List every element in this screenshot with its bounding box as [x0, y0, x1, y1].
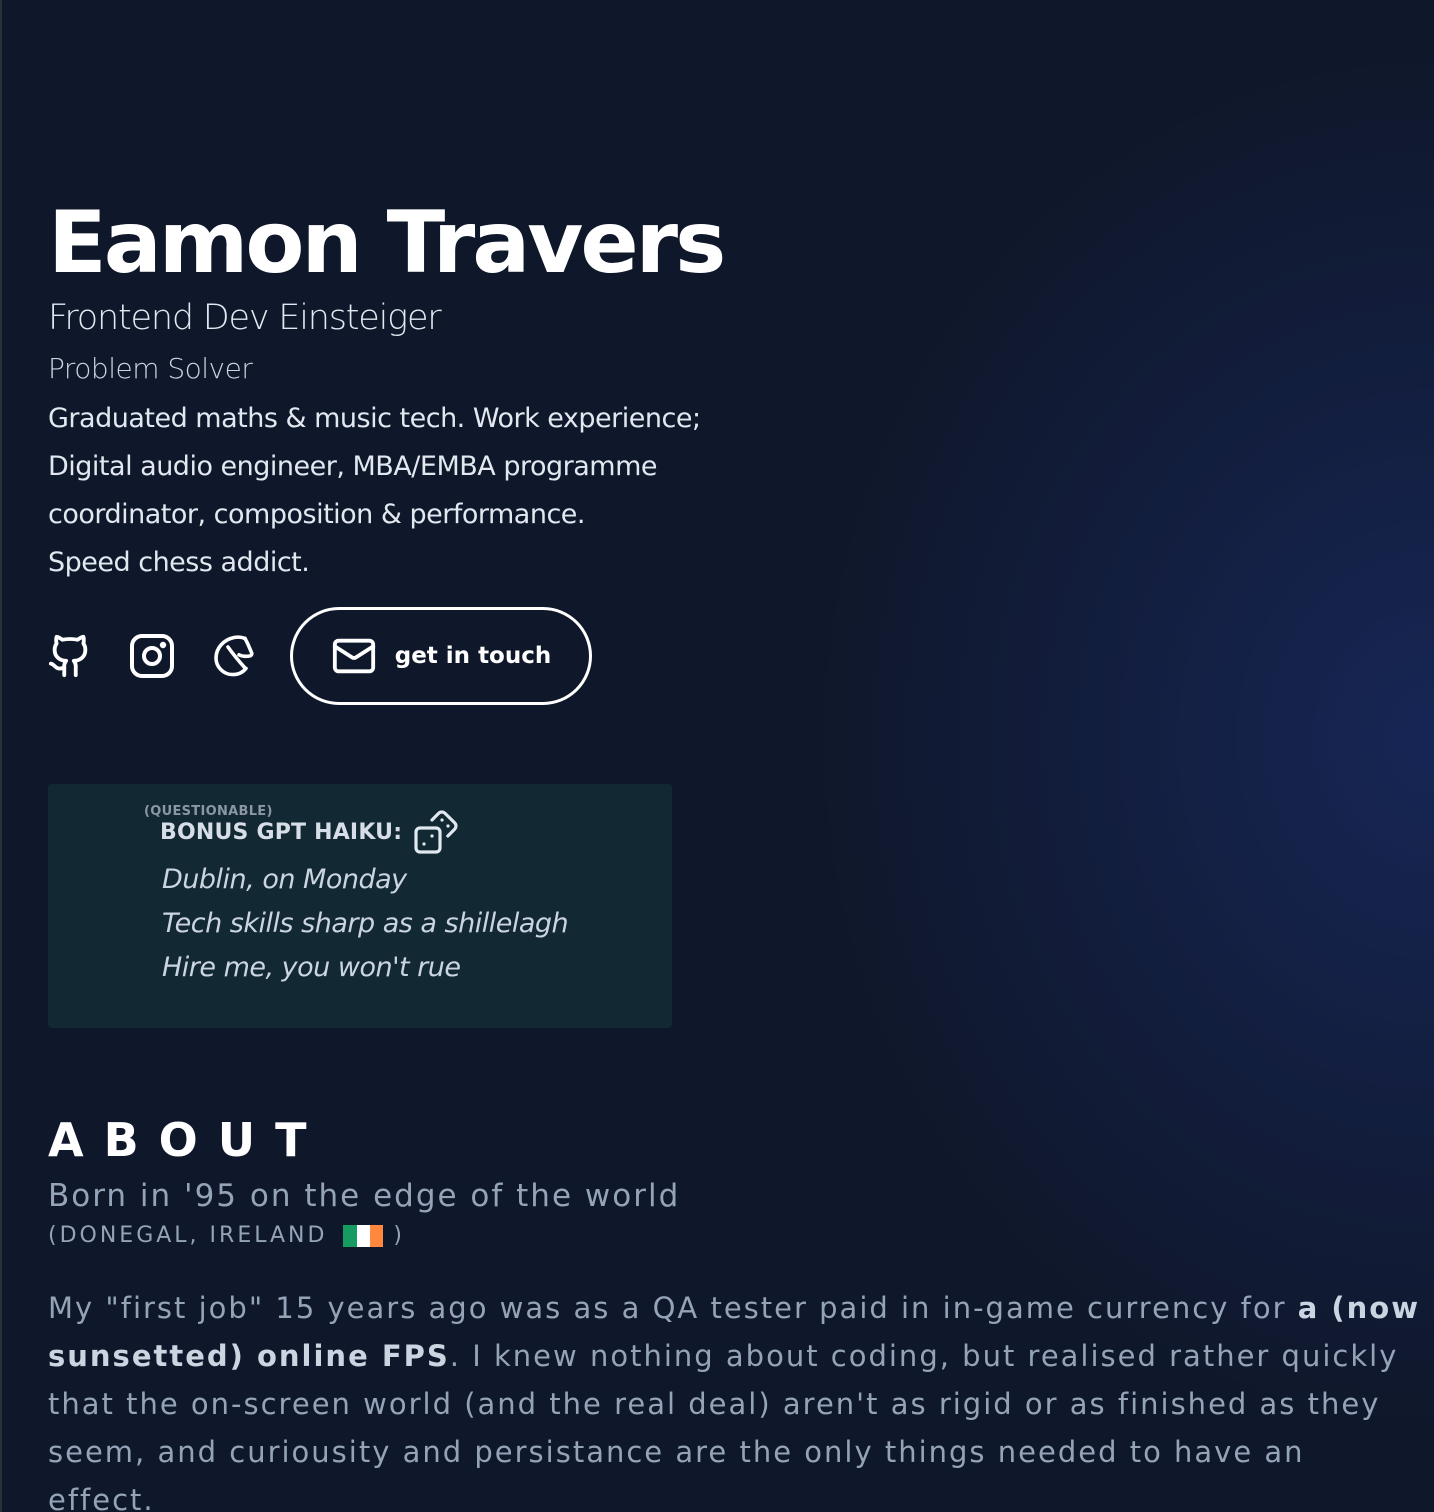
haiku-line: Dublin, on Monday [162, 864, 407, 895]
about-text: My "first job" 15 years ago was as a QA … [48, 1291, 1298, 1325]
haiku-line: Tech skills sharp as a shillelagh [162, 908, 569, 939]
bio-line: coordinator, composition & performance. [48, 499, 586, 530]
instagram-icon [130, 634, 174, 678]
haiku-card: (QUESTIONABLE) BONUS GPT HAIKU: Dublin, … [48, 784, 672, 1028]
ireland-flag-icon [343, 1225, 384, 1247]
about-born: Born in '95 on the edge of the world [48, 1178, 681, 1214]
hero-bio: Graduated maths & music tech. Work exper… [48, 395, 808, 587]
hero-subrole: Problem Solver [48, 352, 253, 385]
get-in-touch-label: get in touch [394, 643, 552, 669]
bio-line: Digital audio engineer, MBA/EMBA program… [48, 451, 658, 482]
about-line: My "first job" 15 years ago was as a QA … [48, 1284, 1418, 1332]
flag-stripe-white [356, 1225, 371, 1247]
about-text: . I knew nothing about coding, but reali… [449, 1339, 1399, 1373]
bio-line: Speed chess addict. [48, 547, 310, 578]
about-line: sunsetted) online FPS. I knew nothing ab… [48, 1332, 1408, 1380]
about-text-bold: sunsetted) online FPS [48, 1339, 450, 1373]
flag-stripe-green [343, 1225, 357, 1247]
chess-link[interactable] [210, 632, 258, 680]
flag-stripe-orange [370, 1225, 384, 1247]
haiku-line: Hire me, you won't rue [162, 952, 461, 983]
chess-knight-icon [214, 635, 254, 677]
about-line: that the on-screen world (and the real d… [48, 1387, 1381, 1421]
about-location: (DONEGAL, IRELAND ) [48, 1220, 405, 1252]
get-in-touch-button[interactable]: get in touch [290, 607, 592, 705]
social-links: get in touch [48, 605, 592, 707]
hero-name: Eamon Travers [48, 193, 726, 293]
github-icon [48, 634, 88, 678]
hero-role: Frontend Dev Einsteiger [48, 298, 442, 338]
about-line: seem, and curiousity and persistance are… [48, 1435, 1305, 1469]
haiku-header: BONUS GPT HAIKU: [160, 808, 460, 856]
mail-icon [331, 633, 377, 679]
about-line: effect. [48, 1483, 155, 1512]
haiku-text: Dublin, on Monday Tech skills sharp as a… [162, 858, 569, 990]
dice-icon [414, 810, 458, 854]
reroll-haiku-button[interactable] [412, 808, 460, 856]
bio-line: Graduated maths & music tech. Work exper… [48, 403, 701, 434]
window-edge [0, 0, 2, 1512]
github-link[interactable] [46, 632, 94, 680]
haiku-title: BONUS GPT HAIKU: [160, 819, 403, 845]
about-heading: ABOUT [48, 1113, 327, 1167]
location-text: (DONEGAL, IRELAND [48, 1223, 328, 1248]
location-close: ) [393, 1223, 406, 1248]
about-body: My "first job" 15 years ago was as a QA … [48, 1284, 1418, 1512]
about-text-bold: a (now [1297, 1291, 1420, 1325]
instagram-link[interactable] [128, 632, 176, 680]
